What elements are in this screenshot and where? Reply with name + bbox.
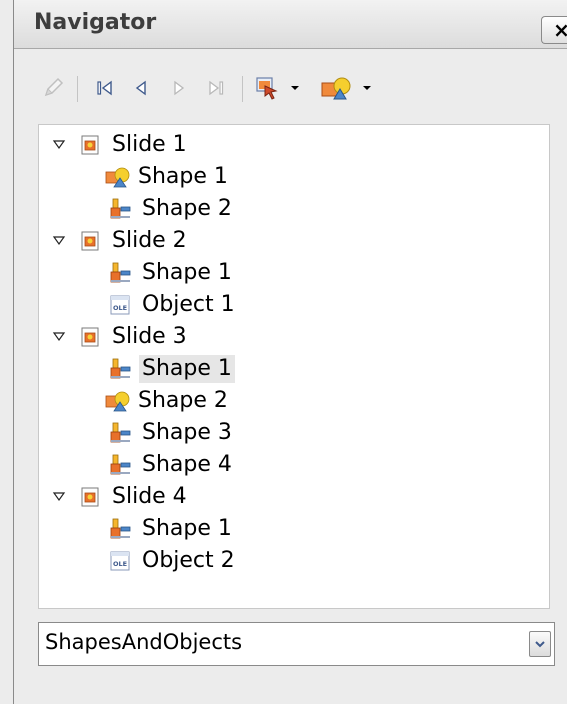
tree-item-object[interactable]: Shape 4	[109, 449, 235, 481]
previous-icon	[135, 80, 146, 96]
toolbar	[14, 48, 567, 120]
last-slide-button[interactable]	[200, 72, 234, 104]
title-bar: Navigator ×	[14, 0, 567, 49]
svg-text:OLE: OLE	[113, 560, 127, 568]
expander-toggle[interactable]	[51, 489, 67, 505]
tree-item-object[interactable]: Shape 2	[109, 193, 235, 225]
dropdown-button[interactable]	[529, 631, 551, 657]
document-select-value: ShapesAndObjects	[45, 630, 243, 654]
last-icon	[209, 80, 224, 96]
navigator-tree[interactable]: Slide 1 Shape 1 Shape 2 Slide 2 Shape 1 OLE Ob…	[38, 124, 550, 609]
edit-button[interactable]	[36, 72, 70, 104]
expander-toggle[interactable]	[51, 233, 67, 249]
svg-text:OLE: OLE	[113, 304, 127, 312]
tree-item-label: Shape 4	[142, 452, 232, 477]
tree-item-object[interactable]: Shape 1	[109, 353, 235, 385]
tree-item-label: Shape 1	[142, 260, 232, 285]
object-shape-icon	[109, 454, 131, 476]
tree-item-object[interactable]: Shape 1	[105, 161, 231, 193]
object-shape-icon	[109, 198, 131, 220]
next-slide-button[interactable]	[164, 72, 194, 104]
tree-item-label: Object 2	[142, 548, 235, 573]
shapes-icon	[321, 77, 351, 100]
object-shape-icon	[109, 358, 131, 380]
tree-item-slide[interactable]: Slide 3	[79, 321, 190, 353]
expander-toggle[interactable]	[51, 137, 67, 153]
toolbar-separator	[242, 76, 243, 102]
tree-item-label: Shape 1	[138, 164, 228, 189]
previous-slide-button[interactable]	[126, 72, 156, 104]
window-title: Navigator	[34, 10, 157, 35]
tree-item-label: Slide 4	[112, 484, 187, 509]
shapes-icon	[105, 166, 131, 188]
tree-item-label: Shape 1	[142, 516, 232, 541]
tree-item-slide[interactable]: Slide 2	[79, 225, 190, 257]
shapes-icon	[105, 390, 131, 412]
tree-item-object[interactable]: Shape 2	[105, 385, 231, 417]
object-shape-icon	[109, 518, 131, 540]
tree-item-object[interactable]: Shape 3	[109, 417, 235, 449]
drag-mode-button[interactable]	[254, 72, 310, 104]
document-select[interactable]: ShapesAndObjects	[38, 622, 555, 666]
tree-item-object[interactable]: OLE Object 1	[109, 289, 238, 321]
expander-toggle[interactable]	[51, 329, 67, 345]
slide-icon	[79, 134, 101, 156]
slide-icon	[79, 326, 101, 348]
ole-object-icon: OLE	[109, 550, 131, 572]
tree-item-label: Shape 1	[139, 355, 235, 383]
first-slide-button[interactable]	[90, 72, 120, 104]
chevron-down-icon	[535, 641, 545, 648]
navigator-window: Navigator × Slide 1 Shape 1 Shape 2 Slid…	[0, 0, 567, 704]
object-shape-icon	[109, 422, 131, 444]
tree-item-object[interactable]: Shape 1	[109, 257, 235, 289]
tree-item-slide[interactable]: Slide 4	[79, 481, 190, 513]
tree-item-slide[interactable]: Slide 1	[79, 129, 190, 161]
tree-item-label: Slide 2	[112, 228, 187, 253]
tree-item-object[interactable]: OLE Object 2	[109, 545, 238, 577]
drag-mode-icon	[256, 77, 278, 100]
show-shapes-button[interactable]	[320, 72, 386, 104]
tree-item-label: Slide 3	[112, 324, 187, 349]
tree-item-label: Shape 3	[142, 420, 232, 445]
first-icon	[97, 80, 112, 96]
tree-item-label: Shape 2	[138, 388, 228, 413]
tree-item-label: Object 1	[142, 292, 235, 317]
toolbar-separator	[77, 76, 78, 102]
close-button[interactable]: ×	[541, 16, 567, 44]
chevron-down-icon	[291, 86, 299, 90]
ole-object-icon: OLE	[109, 294, 131, 316]
slide-icon	[79, 230, 101, 252]
chevron-down-icon	[363, 86, 371, 90]
object-shape-icon	[109, 262, 131, 284]
tree-item-label: Shape 2	[142, 196, 232, 221]
tree-item-object[interactable]: Shape 1	[109, 513, 235, 545]
pencil-icon	[44, 77, 64, 97]
tree-item-label: Slide 1	[112, 132, 187, 157]
slide-icon	[79, 486, 101, 508]
next-icon	[174, 80, 185, 96]
